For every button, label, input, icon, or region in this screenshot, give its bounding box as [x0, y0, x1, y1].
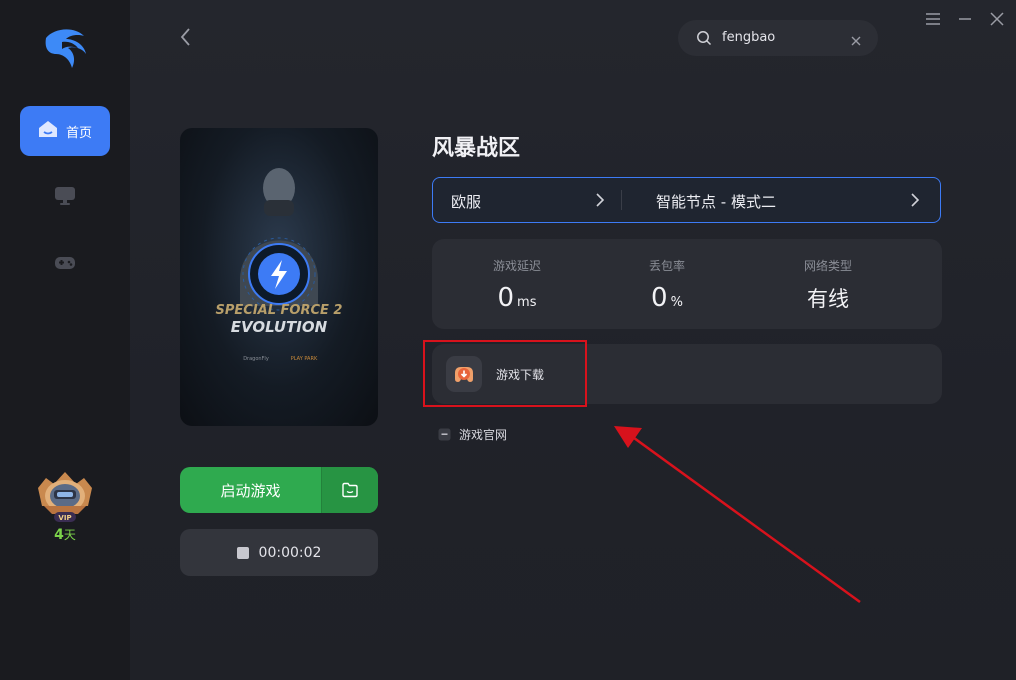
home-icon [38, 120, 58, 142]
close-icon[interactable] [988, 10, 1006, 28]
divider [621, 190, 622, 210]
sidebar: 首页 VIP 4天 [0, 0, 130, 680]
back-button[interactable] [176, 26, 196, 48]
chevron-right-icon [910, 192, 920, 212]
chevron-right-icon [595, 192, 605, 212]
stat-packet-loss: 丢包率 0% [582, 239, 752, 329]
search-icon [696, 30, 712, 50]
cover-logo-line2: EVOLUTION [231, 318, 328, 336]
minimize-icon[interactable] [956, 10, 974, 28]
start-game-button[interactable]: 启动游戏 [180, 467, 378, 513]
stat-packet-loss-value: 0 [651, 283, 668, 313]
search-input[interactable]: fengbao [722, 30, 775, 45]
vip-crest-icon: VIP [38, 472, 92, 522]
vip-text: VIP [58, 514, 71, 522]
game-cover: SPECIAL FORCE 2 EVOLUTION DragonFly PLAY… [180, 128, 378, 426]
annotation-box [423, 340, 587, 407]
timer-button[interactable]: 00:00:02 [180, 529, 378, 576]
cover-publisher-2: PLAY PARK [291, 356, 318, 362]
nav-home-label: 首页 [65, 125, 92, 141]
server-selector: 欧服 智能节点 - 模式二 [432, 177, 941, 223]
vip-days-value: 4 [54, 527, 64, 543]
cover-publisher-1: DragonFly [243, 356, 269, 362]
search-box[interactable]: fengbao [678, 20, 878, 56]
folder-button[interactable] [321, 467, 378, 513]
stat-packet-loss-unit: % [670, 295, 683, 310]
document-icon [438, 428, 451, 441]
start-game-label[interactable]: 启动游戏 [180, 467, 321, 513]
gamepad-icon[interactable] [53, 251, 77, 275]
stat-latency-key: 游戏延迟 [492, 259, 541, 273]
monitor-icon[interactable] [53, 184, 77, 208]
region-label: 欧服 [451, 193, 482, 211]
nav-home[interactable]: 首页 [20, 106, 110, 156]
vip-badge[interactable]: VIP 4天 [30, 470, 100, 550]
app-logo [40, 24, 92, 72]
folder-icon [342, 482, 358, 498]
network-stats: 游戏延迟 0 ms 丢包率 0% 网络类型 有线 [432, 239, 942, 329]
chevron-left-icon [180, 28, 190, 46]
clear-search-icon[interactable] [850, 32, 862, 51]
stat-packet-loss-key: 丢包率 [648, 259, 685, 273]
stat-latency: 游戏延迟 0 ms [432, 239, 602, 329]
game-title: 风暴战区 [432, 136, 521, 161]
vip-days: 4天 [30, 526, 100, 543]
stat-network-type-value: 有线 [807, 287, 849, 311]
official-site-label: 游戏官网 [459, 428, 508, 442]
timer-value: 00:00:02 [258, 544, 322, 561]
region-selector[interactable]: 欧服 [433, 178, 619, 222]
stat-latency-unit: ms [517, 295, 537, 310]
stat-network-type-key: 网络类型 [803, 259, 852, 273]
node-selector[interactable]: 智能节点 - 模式二 [623, 178, 939, 222]
node-label: 智能节点 - 模式二 [656, 193, 776, 211]
cover-logo-line1: SPECIAL FORCE 2 [216, 303, 343, 318]
menu-icon[interactable] [924, 10, 942, 28]
stat-network-type: 网络类型 有线 [743, 239, 913, 329]
vip-days-unit: 天 [63, 528, 76, 542]
official-site-link[interactable]: 游戏官网 [438, 426, 507, 443]
stat-latency-value: 0 [497, 283, 515, 313]
stop-icon [236, 546, 249, 559]
